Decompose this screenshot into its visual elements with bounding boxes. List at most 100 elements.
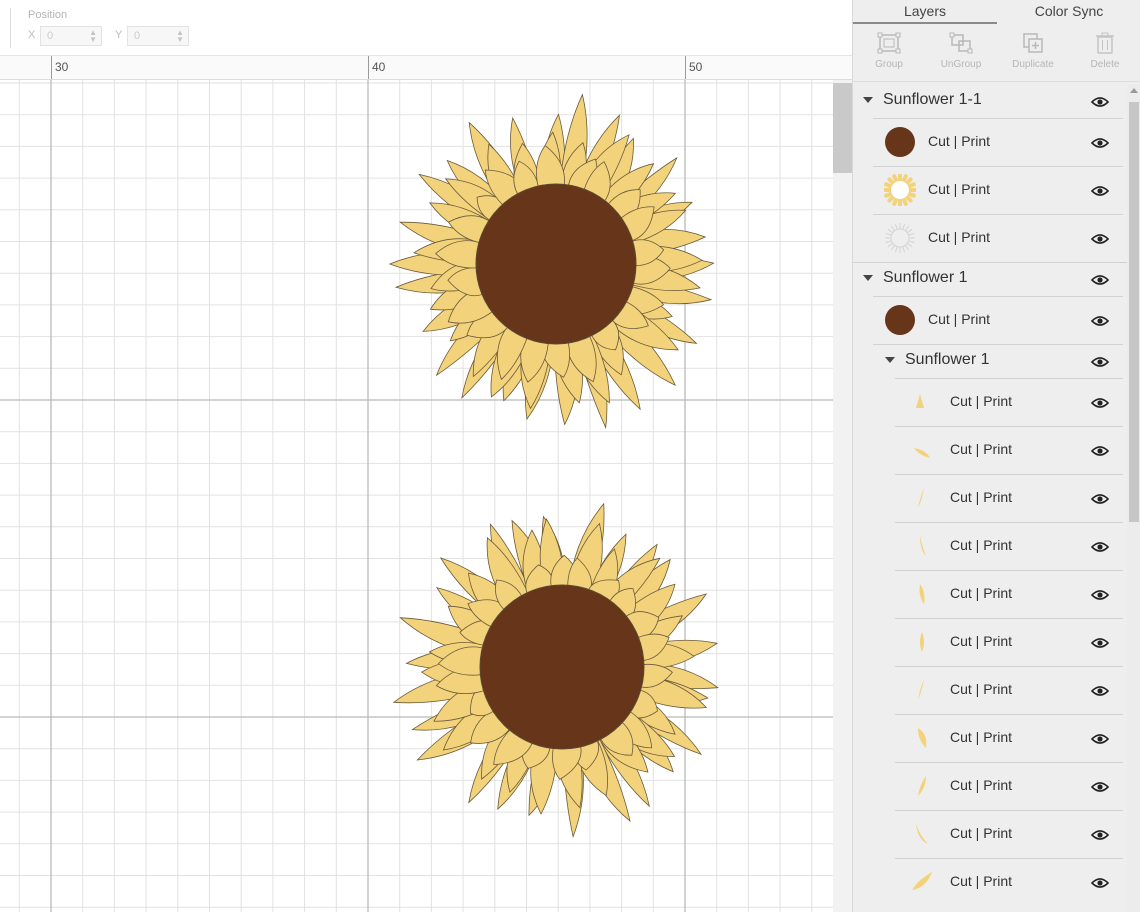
x-position-input[interactable]: 0 ▲ ▼ xyxy=(40,26,102,46)
layers-list: Sunflower 1-1 Cut | Print Cut | Print Cut |… xyxy=(853,84,1127,912)
sunflower-1-1-object[interactable] xyxy=(388,93,715,430)
layer-group-header[interactable]: Sunflower 1 xyxy=(853,262,1127,296)
ungroup-label: UnGroup xyxy=(940,59,982,70)
layer-row[interactable]: Cut | Print xyxy=(853,214,1127,262)
layer-row[interactable]: Cut | Print xyxy=(853,666,1127,714)
layer-row[interactable]: Cut | Print xyxy=(853,474,1127,522)
flower-center-shape xyxy=(479,584,645,750)
layer-row[interactable]: Cut | Print xyxy=(853,714,1127,762)
layer-group-header[interactable]: Sunflower 1 xyxy=(853,344,1127,378)
layer-operation-label: Cut | Print xyxy=(950,681,1012,697)
scroll-up-arrow-icon[interactable] xyxy=(1130,88,1138,93)
visibility-eye-icon[interactable] xyxy=(1090,95,1110,107)
y-position-input[interactable]: 0 ▲ ▼ xyxy=(127,26,189,46)
layer-thumbnail-icon xyxy=(884,126,916,158)
visibility-eye-icon[interactable] xyxy=(1090,588,1110,600)
layer-operation-label: Cut | Print xyxy=(928,229,990,245)
layer-group-header[interactable]: Sunflower 1-1 xyxy=(853,84,1127,118)
y-stepper-icon[interactable]: ▲ ▼ xyxy=(176,29,184,44)
layers-scroll-thumb[interactable] xyxy=(1129,102,1139,522)
visibility-eye-icon[interactable] xyxy=(1090,732,1110,744)
toolbar-divider xyxy=(10,8,11,48)
canvas-vertical-scrollbar[interactable] xyxy=(833,80,852,912)
visibility-eye-icon[interactable] xyxy=(1090,136,1110,148)
layer-row[interactable]: Cut | Print xyxy=(853,570,1127,618)
canvas-artwork xyxy=(388,93,719,838)
layer-row[interactable]: Cut | Print xyxy=(853,810,1127,858)
visibility-eye-icon[interactable] xyxy=(1090,636,1110,648)
caret-down-icon[interactable] xyxy=(863,97,873,103)
duplicate-button[interactable]: Duplicate xyxy=(997,28,1069,80)
layer-row-divider xyxy=(895,426,1123,427)
layer-row-divider xyxy=(873,166,1123,167)
layer-operation-label: Cut | Print xyxy=(950,873,1012,889)
y-label: Y xyxy=(115,29,123,41)
layer-row[interactable]: Cut | Print xyxy=(853,118,1127,166)
caret-down-icon[interactable] xyxy=(863,275,873,281)
layer-row-divider xyxy=(873,118,1123,119)
layer-operation-label: Cut | Print xyxy=(950,777,1012,793)
visibility-eye-icon[interactable] xyxy=(1090,876,1110,888)
ungroup-icon xyxy=(949,32,973,54)
layers-scrollbar[interactable] xyxy=(1127,84,1140,912)
layer-thumbnail-icon xyxy=(883,173,917,207)
x-stepper-icon[interactable]: ▲ ▼ xyxy=(89,29,97,44)
tab-layers[interactable]: Layers xyxy=(853,0,997,24)
x-label: X xyxy=(28,29,36,41)
design-canvas[interactable] xyxy=(0,80,833,912)
visibility-eye-icon[interactable] xyxy=(1090,684,1110,696)
duplicate-icon xyxy=(1023,33,1043,53)
y-position-value: 0 xyxy=(134,30,141,42)
layer-row-divider xyxy=(895,570,1123,571)
layer-row-divider xyxy=(873,214,1123,215)
layer-row[interactable]: Cut | Print xyxy=(853,618,1127,666)
visibility-eye-icon[interactable] xyxy=(1090,540,1110,552)
visibility-eye-icon[interactable] xyxy=(1090,828,1110,840)
ungroup-button[interactable]: UnGroup xyxy=(925,28,997,80)
layer-row[interactable]: Cut | Print xyxy=(853,858,1127,906)
ruler-tick xyxy=(51,56,52,79)
flower-center-shape xyxy=(475,183,637,345)
x-position-value: 0 xyxy=(47,30,54,42)
visibility-eye-icon[interactable] xyxy=(1090,396,1110,408)
layer-thumbnail-icon xyxy=(906,626,938,658)
canvas-scroll-thumb[interactable] xyxy=(833,83,852,173)
ruler-label: 50 xyxy=(689,60,703,74)
visibility-eye-icon[interactable] xyxy=(1090,184,1110,196)
visibility-eye-icon[interactable] xyxy=(1090,492,1110,504)
layer-row[interactable]: Cut | Print xyxy=(853,762,1127,810)
layer-operation-label: Cut | Print xyxy=(928,311,990,327)
visibility-eye-icon[interactable] xyxy=(1090,232,1110,244)
ruler-tick xyxy=(685,56,686,79)
layer-thumbnail-icon xyxy=(884,304,916,336)
visibility-eye-icon[interactable] xyxy=(1090,314,1110,326)
layer-row[interactable]: Cut | Print xyxy=(853,378,1127,426)
layer-row[interactable]: Cut | Print xyxy=(853,426,1127,474)
group-button[interactable]: Group xyxy=(853,28,925,80)
ruler-label: 30 xyxy=(55,60,69,74)
visibility-eye-icon[interactable] xyxy=(1090,355,1110,367)
layer-row-divider xyxy=(895,378,1123,379)
panel-tabs: Layers Color Sync xyxy=(853,0,1140,24)
layer-group-name: Sunflower 1 xyxy=(883,269,968,286)
group-icon xyxy=(877,32,901,54)
horizontal-ruler: 30 40 50 xyxy=(0,56,852,80)
delete-button[interactable]: Delete xyxy=(1069,28,1140,80)
tab-color-sync[interactable]: Color Sync xyxy=(997,0,1140,24)
layer-thumbnail-icon xyxy=(906,674,938,706)
layer-row[interactable]: Cut | Print xyxy=(853,522,1127,570)
visibility-eye-icon[interactable] xyxy=(1090,780,1110,792)
layer-row-divider xyxy=(895,858,1123,859)
layer-operation-label: Cut | Print xyxy=(950,537,1012,553)
sunflower-1-object[interactable] xyxy=(392,502,719,838)
position-toolbar: Position X 0 ▲ ▼ Y 0 ▲ ▼ xyxy=(0,0,852,56)
layer-operation-label: Cut | Print xyxy=(950,441,1012,457)
layer-row[interactable]: Cut | Print xyxy=(853,166,1127,214)
layer-thumbnail-icon xyxy=(906,866,938,898)
layer-row-divider xyxy=(895,618,1123,619)
visibility-eye-icon[interactable] xyxy=(1090,444,1110,456)
layer-row[interactable]: Cut | Print xyxy=(853,296,1127,344)
caret-down-icon[interactable] xyxy=(885,357,895,363)
layer-operation-label: Cut | Print xyxy=(950,729,1012,745)
visibility-eye-icon[interactable] xyxy=(1090,273,1110,285)
